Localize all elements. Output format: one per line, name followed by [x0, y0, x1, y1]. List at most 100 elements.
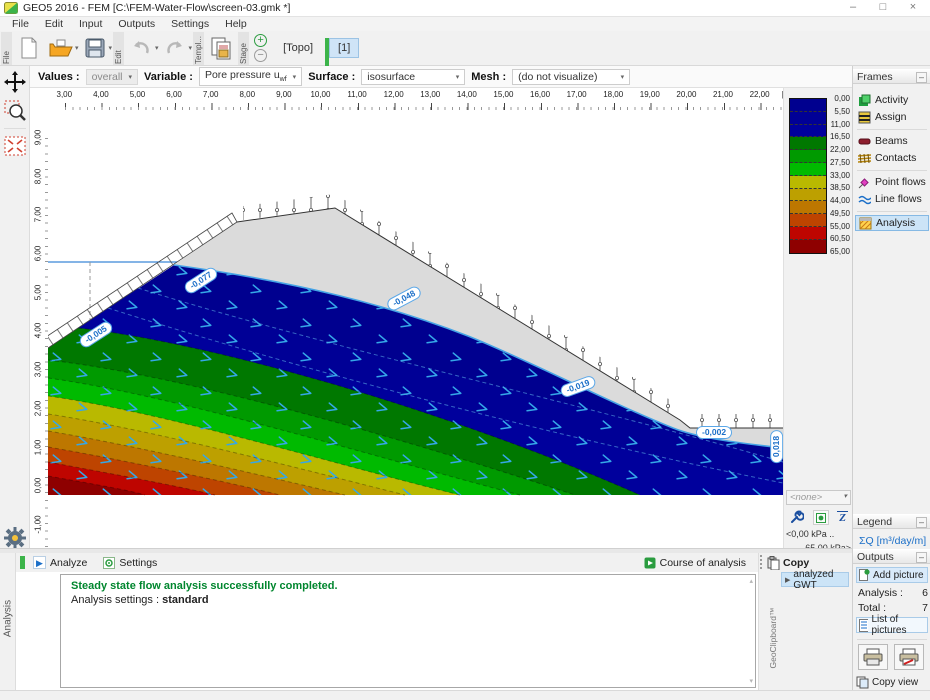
mesh-dropdown[interactable]: (do not visualize)▾: [512, 69, 630, 85]
collapse-outputs-button[interactable]: –: [916, 552, 927, 563]
print-button[interactable]: [858, 644, 888, 670]
frames-panel-header: Frames–: [853, 69, 930, 84]
values-dropdown[interactable]: overall▾: [86, 69, 138, 85]
model-canvas[interactable]: -0,005 -0,077 -0,048 -0,019 -0,002 0,018: [48, 110, 783, 548]
copy-view-button[interactable]: Copy view: [856, 676, 918, 689]
scale-min-value: <0,00 kPa ..: [786, 529, 851, 539]
scale-preset-value: <none>: [790, 492, 822, 503]
open-file-button[interactable]: [46, 33, 76, 63]
toolbar-group-edit-label: Edit: [113, 32, 124, 65]
topo-stage-button[interactable]: [Topo]: [275, 39, 321, 57]
analysis-icon: [859, 217, 872, 230]
z-coordinate-tool-icon[interactable]: Z: [837, 511, 848, 524]
ruler-tick-label: 10,00: [302, 88, 339, 99]
frame-item-point-flows[interactable]: Point flows: [855, 174, 929, 190]
undo-button[interactable]: [126, 33, 156, 63]
scale-band: [790, 99, 826, 112]
fit-to-view-button[interactable]: [2, 133, 28, 159]
menu-settings[interactable]: Settings: [163, 18, 217, 30]
frame-item-contacts[interactable]: Contacts: [855, 150, 929, 166]
list-of-pictures-button[interactable]: List of pictures: [856, 617, 928, 633]
outputs-panel-header: Outputs–: [853, 549, 930, 564]
wrench-icon[interactable]: [789, 510, 804, 525]
pan-tool-button[interactable]: [2, 69, 28, 95]
frame-item-analysis[interactable]: Analysis: [855, 215, 929, 231]
collapse-legend-button[interactable]: –: [916, 517, 927, 528]
print-preview-button[interactable]: [894, 644, 924, 670]
frame-item-activity[interactable]: Activity: [855, 92, 929, 108]
remove-stage-button[interactable]: −: [254, 49, 267, 62]
surface-dropdown[interactable]: isosurface▾: [361, 69, 465, 85]
geoclipboard-item-label: analyzed GWT: [793, 569, 848, 591]
total-count-value: 7: [922, 602, 928, 614]
geo5-fem-window: GEO5 2016 - FEM [C:\FEM-Water-Flow\scree…: [0, 0, 930, 700]
title-bar[interactable]: GEO5 2016 - FEM [C:\FEM-Water-Flow\scree…: [0, 0, 930, 17]
legend-title: Legend: [857, 516, 892, 528]
templates-button[interactable]: [206, 33, 236, 63]
zoom-selection-icon: [4, 100, 26, 122]
add-stage-button[interactable]: +: [254, 34, 267, 47]
minimize-button[interactable]: –: [838, 0, 868, 16]
analysis-settings-button[interactable]: Settings: [95, 555, 165, 571]
stage-1-button[interactable]: [1]: [329, 38, 359, 58]
collapse-frames-button[interactable]: –: [916, 72, 927, 83]
redo-button[interactable]: [160, 33, 190, 63]
menu-edit[interactable]: Edit: [37, 18, 71, 30]
scale-band: [790, 112, 826, 125]
divider: [857, 211, 927, 212]
ruler-tick-label: 7,00: [192, 88, 229, 99]
open-dropdown-arrow[interactable]: ▾: [75, 44, 79, 52]
menu-bar: File Edit Input Outputs Settings Help: [0, 17, 930, 31]
menu-input[interactable]: Input: [71, 18, 110, 30]
templates-icon: [210, 36, 232, 60]
save-file-button[interactable]: [80, 33, 110, 63]
ruler-tick-label: 22,00: [741, 88, 778, 99]
frame-item-assign[interactable]: Assign: [855, 109, 929, 125]
analyze-button[interactable]: ▶ Analyze: [25, 554, 95, 571]
close-button[interactable]: ×: [898, 0, 928, 16]
variable-dropdown[interactable]: Pore pressure uwf▾: [199, 67, 302, 85]
scale-range-button[interactable]: [813, 510, 829, 525]
horizontal-ruler: 3,004,005,006,007,008,009,0010,0011,0012…: [30, 88, 790, 110]
frame-item-beams[interactable]: Beams: [855, 133, 929, 149]
scale-value-label: 5,50: [824, 107, 850, 116]
divider: [857, 639, 927, 640]
ruler-tick-label: 9,00: [34, 123, 43, 153]
redo-dropdown-arrow[interactable]: ▾: [189, 44, 193, 52]
app-icon: [4, 2, 18, 14]
undo-dropdown-arrow[interactable]: ▾: [155, 44, 159, 52]
ruler-tick-label: -1,00: [34, 510, 43, 540]
clipboard-copy-icon: [767, 556, 780, 570]
frame-item-line-flows[interactable]: Line flows: [855, 191, 929, 207]
ruler-tick-label: 5,00: [34, 278, 43, 308]
menu-file[interactable]: File: [4, 18, 37, 30]
menu-outputs[interactable]: Outputs: [110, 18, 163, 30]
view-options-bar: Values : overall▾ Variable : Pore pressu…: [30, 66, 852, 88]
add-picture-button[interactable]: Add picture: [856, 567, 928, 583]
chevron-down-icon: ▾: [129, 73, 133, 81]
analysis-settings-line: Analysis settings : standard: [71, 594, 745, 606]
total-count-row: Total :7: [858, 602, 928, 614]
window-title: GEO5 2016 - FEM [C:\FEM-Water-Flow\scree…: [23, 2, 290, 14]
flow-value-label: 0,018: [770, 430, 783, 463]
menu-help[interactable]: Help: [217, 18, 255, 30]
frame-item-label: Analysis: [876, 217, 915, 229]
scale-band: [790, 125, 826, 138]
maximize-button[interactable]: □: [868, 0, 898, 16]
ruler-tick-label: 18,00: [595, 88, 632, 99]
course-of-analysis-button[interactable]: Course of analysis: [636, 555, 754, 571]
panel-drag-handle[interactable]: [760, 555, 763, 569]
copy-view-label: Copy view: [872, 677, 918, 688]
scale-preset-dropdown[interactable]: <none>▾: [786, 490, 851, 505]
new-file-button[interactable]: [14, 33, 44, 63]
pan-icon: [4, 71, 26, 93]
save-dropdown-arrow[interactable]: ▾: [109, 44, 113, 52]
scale-value-label: 16,50: [824, 132, 850, 141]
scroll-up-icon[interactable]: ▴: [749, 577, 753, 585]
zoom-tool-button[interactable]: [2, 98, 28, 124]
fit-view-icon: [4, 136, 26, 156]
analysis-side-tab[interactable]: Analysis: [0, 553, 16, 690]
scroll-down-icon[interactable]: ▾: [749, 677, 753, 685]
geoclipboard-item-analyzed-gwt[interactable]: ▶ analyzed GWT: [781, 572, 849, 587]
canvas-tool-column: [0, 66, 30, 548]
